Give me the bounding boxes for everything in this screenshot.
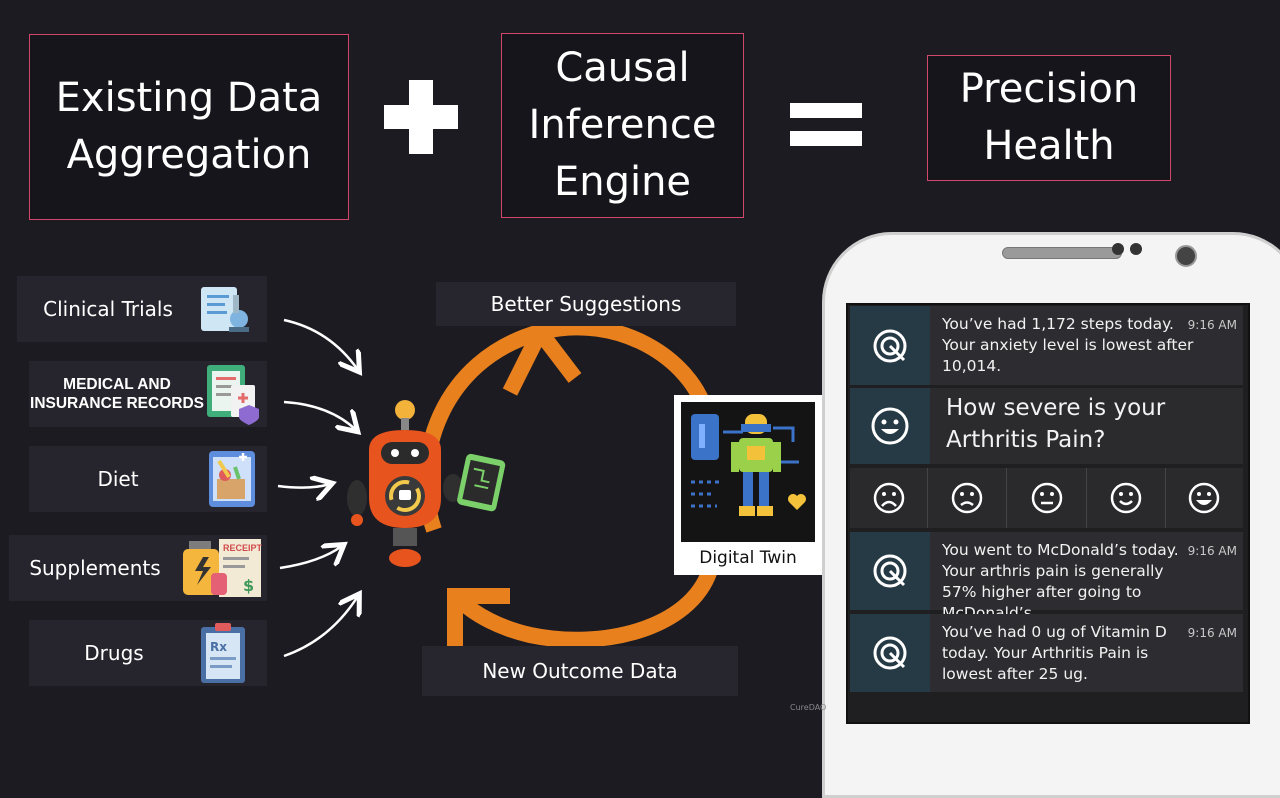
very-sad-face-icon (873, 482, 904, 514)
phone-sensor-1 (1112, 243, 1124, 255)
svg-text:RECEIPT: RECEIPT (223, 543, 263, 553)
notification-time: 9:16 AM (1187, 318, 1237, 332)
phone-speaker (1002, 247, 1122, 259)
robot-icon (347, 400, 506, 567)
clinical-trials-icon (201, 287, 249, 332)
better-suggestions-label: Better Suggestions (436, 282, 736, 326)
notification-icon-container (850, 306, 930, 385)
medical-records-icon (207, 365, 259, 425)
box1-line1: Existing Data (55, 75, 323, 121)
notification-icon-container (850, 532, 930, 610)
rating-2-button[interactable] (928, 468, 1008, 528)
source-label: Drugs (84, 641, 144, 665)
rating-row (850, 468, 1243, 528)
precision-health-box: Precision Health (927, 55, 1171, 181)
svg-text:$: $ (243, 576, 254, 595)
medical-records-label: MEDICAL AND INSURANCE RECORDS (29, 375, 205, 413)
notification-time: 9:16 AM (1187, 626, 1237, 640)
notification-question[interactable]: How severe is your Arthritis Pain? (850, 388, 1243, 464)
source-label: Clinical Trials (43, 297, 173, 321)
notification-icon-container (850, 614, 930, 692)
phone-camera (1175, 245, 1197, 267)
target-icon (873, 554, 907, 588)
plus-icon (384, 80, 458, 154)
new-outcome-data-label: New Outcome Data (422, 646, 738, 696)
arrow-diet (277, 484, 330, 488)
question-text: How severe is your Arthritis Pain? (946, 395, 1166, 453)
digital-twin-card: Digital Twin (674, 395, 822, 575)
digital-twin-icon (681, 402, 815, 542)
rating-5-button[interactable] (1166, 468, 1243, 528)
box3-line2: Health (983, 123, 1115, 169)
target-icon (873, 636, 907, 670)
diet-icon (209, 451, 255, 507)
arrow-supplements (279, 546, 342, 570)
svg-text:Rx: Rx (210, 640, 227, 654)
source-medical-records: MEDICAL AND INSURANCE RECORDS (29, 361, 267, 427)
box2-line2: Inference (528, 102, 717, 148)
source-diet: Diet (29, 446, 267, 512)
causal-inference-engine-box: Causal Inference Engine (501, 33, 744, 218)
drugs-icon: Rx (201, 623, 245, 683)
box1-line2: Aggregation (66, 132, 312, 178)
equals-icon (790, 103, 862, 146)
notification-text: You’ve had 0 ug of Vitamin D today. Your… (942, 623, 1167, 683)
source-label: Supplements (29, 556, 161, 580)
sad-face-icon (952, 482, 983, 514)
source-label: Diet (97, 467, 139, 491)
watermark: CureDAO (790, 703, 827, 712)
box2-line1: Causal (555, 45, 690, 91)
notification-vitamin-d[interactable]: You’ve had 0 ug of Vitamin D today. Your… (850, 614, 1243, 692)
medical-records-line2: INSURANCE RECORDS (30, 395, 204, 412)
existing-data-aggregation-box: Existing Data Aggregation (29, 34, 349, 220)
notification-text: You went to McDonald’s today. Your arthr… (942, 541, 1179, 622)
source-clinical-trials: Clinical Trials (17, 276, 267, 342)
phone-sensor-2 (1130, 243, 1142, 255)
arrow-clinical (283, 318, 358, 370)
notification-time: 9:16 AM (1187, 544, 1237, 558)
rating-3-button[interactable] (1007, 468, 1087, 528)
digital-twin-label: Digital Twin (699, 548, 797, 568)
medical-records-line1: MEDICAL AND (63, 376, 171, 393)
smiley-icon (871, 407, 909, 445)
source-drugs: Drugs Rx (29, 620, 267, 686)
box2-line3: Engine (553, 159, 692, 205)
neutral-face-icon (1031, 482, 1062, 514)
notification-mcdonalds[interactable]: You went to McDonald’s today. Your arthr… (850, 532, 1243, 622)
rating-4-button[interactable] (1087, 468, 1166, 528)
grin-face-icon (1189, 482, 1220, 514)
notification-icon-container (850, 388, 930, 464)
rating-1-button[interactable] (850, 468, 929, 528)
notification-steps[interactable]: You’ve had 1,172 steps today. Your anxie… (850, 306, 1243, 385)
supplements-icon: RECEIPT $ (183, 539, 263, 597)
smile-face-icon (1110, 482, 1141, 514)
box3-line1: Precision (959, 66, 1139, 112)
loop-lower-arc (454, 567, 718, 648)
source-supplements: Supplements RECEIPT $ (9, 535, 267, 601)
target-icon (873, 329, 907, 362)
arrow-drugs (283, 596, 358, 658)
notification-text: You’ve had 1,172 steps today. Your anxie… (942, 315, 1194, 375)
